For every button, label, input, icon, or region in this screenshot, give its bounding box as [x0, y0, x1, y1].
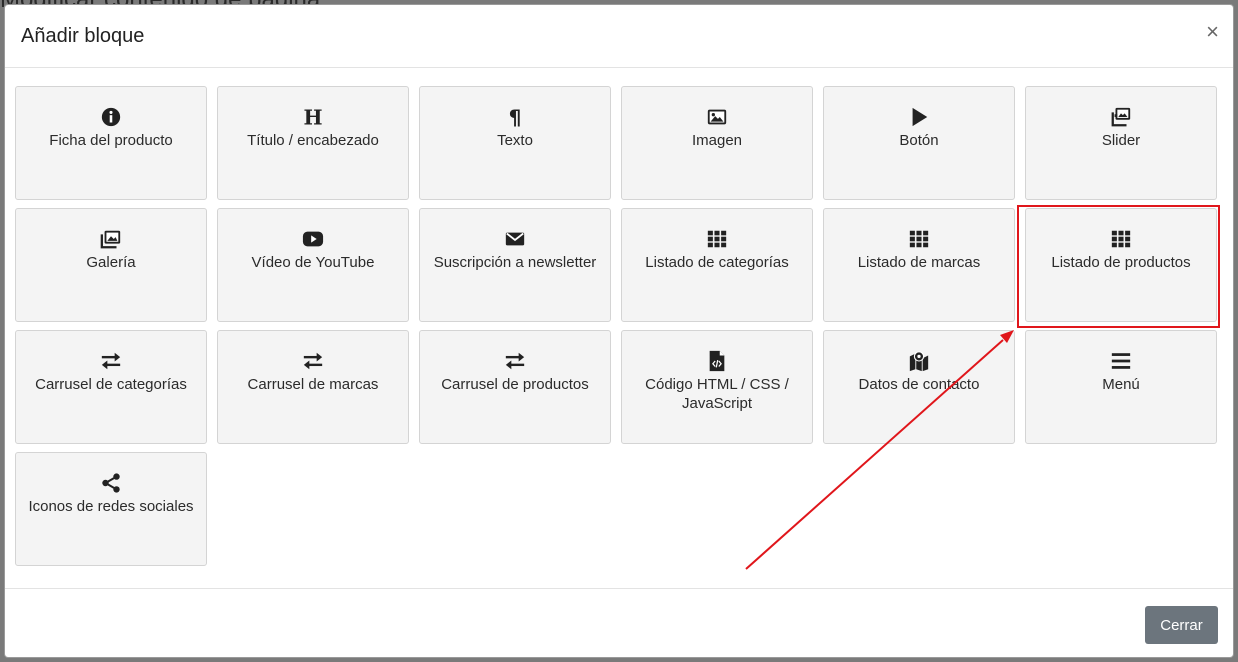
block-label: Listado de productos	[1051, 254, 1191, 271]
block-label: Carrusel de categorías	[35, 376, 187, 393]
paragraph-icon: ¶	[504, 106, 526, 128]
block-label: Datos de contacto	[858, 376, 980, 393]
block-label: Botón	[899, 132, 939, 149]
share-icon	[100, 472, 122, 494]
block-tile[interactable]: H Título / encabezado	[217, 86, 409, 200]
bars-icon	[1110, 350, 1132, 372]
close-icon[interactable]: ×	[1206, 21, 1219, 43]
block-tile[interactable]: Galería	[15, 208, 207, 322]
block-tile[interactable]: ¶ Texto	[419, 86, 611, 200]
gallery-icon	[100, 228, 122, 250]
envelope-icon	[504, 228, 526, 250]
block-tile[interactable]: Código HTML / CSS / JavaScript	[621, 330, 813, 444]
block-tile[interactable]: Carrusel de marcas	[217, 330, 409, 444]
block-tile[interactable]: Suscripción a newsletter	[419, 208, 611, 322]
block-label: Carrusel de productos	[441, 376, 589, 393]
block-label: Iconos de redes sociales	[28, 498, 194, 515]
exchange-icon	[100, 350, 122, 372]
block-label: Vídeo de YouTube	[251, 254, 375, 271]
block-tile[interactable]: Listado de productos	[1025, 208, 1217, 322]
heading-icon: H	[302, 106, 324, 128]
modal-title: Añadir bloque	[21, 25, 145, 47]
block-label: Carrusel de marcas	[247, 376, 379, 393]
block-tile[interactable]: Iconos de redes sociales	[15, 452, 207, 566]
block-tile[interactable]: Datos de contacto	[823, 330, 1015, 444]
grid-icon	[706, 228, 728, 250]
block-label: Menú	[1102, 376, 1140, 393]
block-tile[interactable]: Menú	[1025, 330, 1217, 444]
images-icon	[1110, 106, 1132, 128]
grid-icon	[1110, 228, 1132, 250]
map-marker-icon	[908, 350, 930, 372]
block-label: Ficha del producto	[49, 132, 173, 149]
exchange-icon	[504, 350, 526, 372]
block-tile[interactable]: Listado de categorías	[621, 208, 813, 322]
block-label: Listado de categorías	[645, 254, 789, 271]
file-code-icon	[706, 350, 728, 372]
play-icon	[908, 106, 930, 128]
block-tile[interactable]: Listado de marcas	[823, 208, 1015, 322]
block-label: Imagen	[691, 132, 743, 149]
modal-footer: Cerrar	[5, 588, 1233, 657]
block-tile[interactable]: Ficha del producto	[15, 86, 207, 200]
block-label: Slider	[1101, 132, 1141, 149]
svg-text:¶: ¶	[509, 106, 522, 128]
block-tile[interactable]: Vídeo de YouTube	[217, 208, 409, 322]
info-circle-icon	[100, 106, 122, 128]
block-label: Título / encabezado	[247, 132, 379, 149]
block-label: Galería	[86, 254, 136, 271]
block-tile[interactable]: Carrusel de categorías	[15, 330, 207, 444]
modal-header: Añadir bloque ×	[5, 5, 1233, 68]
youtube-icon	[302, 228, 324, 250]
block-label: Suscripción a newsletter	[433, 254, 597, 271]
block-tile[interactable]: Carrusel de productos	[419, 330, 611, 444]
block-tile[interactable]: Botón	[823, 86, 1015, 200]
svg-text:H: H	[303, 106, 322, 128]
grid-icon	[908, 228, 930, 250]
close-button[interactable]: Cerrar	[1145, 606, 1218, 644]
image-icon	[706, 106, 728, 128]
block-tile[interactable]: Slider	[1025, 86, 1217, 200]
block-grid: Ficha del producto H Título / encabezado ¶ T…	[15, 86, 1217, 566]
block-tile[interactable]: Imagen	[621, 86, 813, 200]
exchange-icon	[302, 350, 324, 372]
block-label: Código HTML / CSS / JavaScript	[645, 376, 789, 412]
block-label: Listado de marcas	[857, 254, 981, 271]
block-label: Texto	[497, 132, 533, 149]
